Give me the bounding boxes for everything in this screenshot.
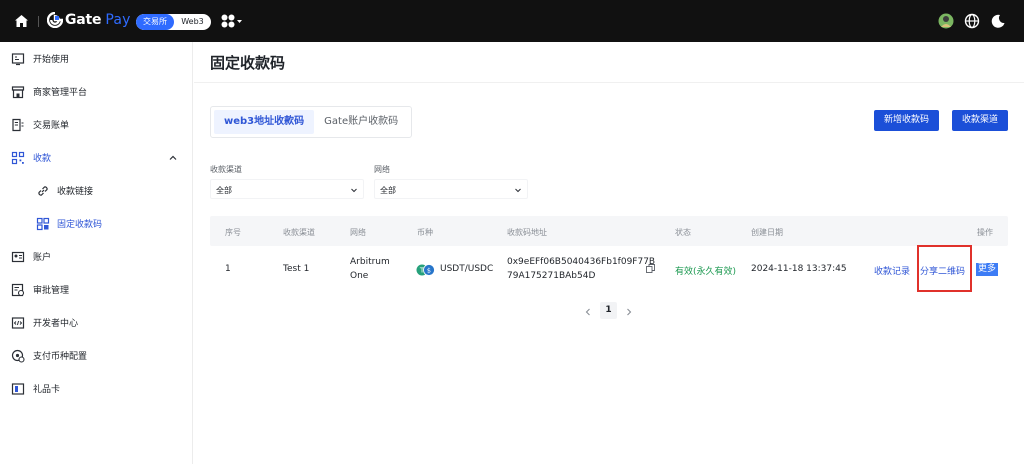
code-icon: [11, 316, 25, 329]
sidebar-item-label: 交易账单: [33, 121, 70, 131]
row-created-date: 2024-11-18 13:37:45: [751, 264, 847, 274]
sidebar-item-label: 账户: [33, 253, 52, 263]
store-icon: [11, 85, 25, 98]
sidebar-item-payment-links[interactable]: 收款链接: [0, 174, 193, 207]
column-header-address: 收款码地址: [507, 228, 547, 237]
switch-web3-option[interactable]: Web3: [174, 14, 211, 30]
usdt-usdc-coin-icon: T $: [416, 264, 435, 276]
approval-icon: [11, 283, 25, 296]
sidebar-item-account[interactable]: 账户: [0, 240, 193, 273]
sidebar-item-label: 开发者中心: [33, 319, 79, 329]
row-status: 有效(永久有效): [675, 267, 737, 277]
sidebar-item-transaction-bills[interactable]: 交易账单: [0, 108, 193, 141]
sidebar-item-approval-management[interactable]: 审批管理: [0, 273, 193, 306]
channel-filter-label: 收款渠道: [210, 165, 242, 174]
gift-card-icon: [11, 382, 25, 395]
qr-code-icon: [36, 217, 50, 230]
home-icon[interactable]: [14, 14, 29, 28]
pagination-next-icon[interactable]: [624, 307, 634, 317]
sidebar-item-label: 礼品卡: [33, 385, 61, 395]
row-network-line2: One: [350, 271, 369, 281]
pagination-prev-icon[interactable]: [583, 307, 593, 317]
channel-filter-value: 全部: [216, 186, 232, 195]
gate-logo-mark-icon: [47, 12, 63, 28]
topbar-right-actions: [938, 13, 1006, 29]
book-open-icon: [11, 52, 25, 65]
sidebar-item-get-started[interactable]: 开始使用: [0, 42, 193, 75]
network-filter-label: 网络: [374, 165, 390, 174]
sidebar-item-label: 开始使用: [33, 55, 70, 65]
globe-language-icon[interactable]: [964, 13, 980, 29]
switch-exchange-option[interactable]: 交易所: [136, 14, 174, 30]
coin-settings-icon: [11, 349, 25, 363]
column-header-created: 创建日期: [751, 228, 783, 237]
row-currency: USDT/USDC: [440, 264, 494, 274]
chevron-down-icon: [351, 188, 357, 193]
row-index: 1: [225, 264, 231, 274]
row-network-line1: Arbitrum: [350, 257, 390, 267]
row-channel: Test 1: [283, 264, 310, 274]
topbar-divider: [38, 16, 39, 27]
sidebar-item-developer-center[interactable]: 开发者中心: [0, 306, 193, 339]
qr-code-type-tabs: web3地址收款码 Gate账户收款码: [210, 106, 413, 138]
column-header-status: 状态: [675, 228, 691, 237]
channel-filter-select[interactable]: 全部: [210, 179, 364, 199]
pagination-current-page[interactable]: 1: [600, 302, 617, 319]
platform-switch[interactable]: 交易所 Web3: [136, 14, 211, 30]
column-header-currency: 币种: [417, 228, 433, 237]
logo-text-gate: Gate: [65, 12, 102, 28]
page-title: 固定收款码: [210, 54, 286, 72]
sidebar-item-label: 审批管理: [33, 286, 70, 296]
column-header-index: 序号: [225, 228, 241, 237]
payment-channels-button[interactable]: 收款渠道: [952, 110, 1009, 131]
table-header: 序号 收款渠道 网络 币种 收款码地址 状态 创建日期 操作: [210, 216, 1008, 246]
column-header-network: 网络: [350, 228, 366, 237]
title-divider: [194, 82, 1024, 83]
main-content: 固定收款码 web3地址收款码 Gate账户收款码 新增收款码 收款渠道 收款渠…: [194, 42, 1024, 464]
network-filter-select[interactable]: 全部: [374, 179, 528, 199]
top-navigation-bar: Gate Pay 交易所 Web3: [0, 0, 1024, 42]
add-qr-code-button[interactable]: 新增收款码: [874, 110, 940, 131]
id-card-icon: [11, 251, 25, 262]
payment-records-link[interactable]: 收款记录: [874, 264, 910, 277]
logo-text-pay: Pay: [105, 12, 131, 28]
sidebar-item-gift-card[interactable]: 礼品卡: [0, 372, 193, 405]
chevron-down-icon: [515, 188, 521, 193]
network-filter-value: 全部: [380, 186, 396, 195]
link-icon: [38, 185, 48, 196]
column-header-channel: 收款渠道: [283, 228, 315, 237]
sidebar-item-label: 收款链接: [57, 187, 94, 197]
dark-mode-moon-icon[interactable]: [990, 13, 1006, 29]
sidebar-item-label: 固定收款码: [57, 220, 103, 230]
gate-pay-logo[interactable]: Gate Pay: [47, 12, 131, 28]
sidebar-item-merchant-platform[interactable]: 商家管理平台: [0, 75, 193, 108]
sidebar-item-receive[interactable]: 收款: [0, 141, 193, 174]
svg-text:$: $: [427, 267, 431, 275]
column-header-actions: 操作: [977, 228, 993, 237]
sidebar-item-fixed-qr-code[interactable]: 固定收款码: [0, 207, 193, 240]
sidebar-item-label: 支付币种配置: [33, 352, 88, 362]
more-actions-button[interactable]: 更多: [976, 263, 999, 276]
copy-icon[interactable]: [646, 264, 655, 273]
bill-icon: [12, 118, 24, 131]
apps-menu-icon[interactable]: [221, 14, 243, 28]
highlight-box: [917, 245, 972, 292]
chevron-up-icon[interactable]: [168, 153, 178, 163]
row-address-line1: 0x9eEFf06B5040436Fb1f09F77B: [507, 257, 656, 267]
user-avatar-icon[interactable]: [938, 13, 954, 29]
tab-gate-account-code[interactable]: Gate账户收款码: [314, 110, 408, 134]
sidebar-item-currency-config[interactable]: 支付币种配置: [0, 339, 193, 372]
sidebar-item-label: 商家管理平台: [33, 88, 88, 98]
sidebar-item-label: 收款: [33, 154, 52, 164]
sidebar: 开始使用 商家管理平台 交易账单 收款 收款链接 固定收款码 账户 审批管理 开…: [0, 42, 193, 464]
qr-grid-icon: [11, 151, 25, 164]
tab-web3-address-code[interactable]: web3地址收款码: [214, 110, 315, 134]
row-address-line2: 79A175271BAb54D: [507, 271, 596, 281]
